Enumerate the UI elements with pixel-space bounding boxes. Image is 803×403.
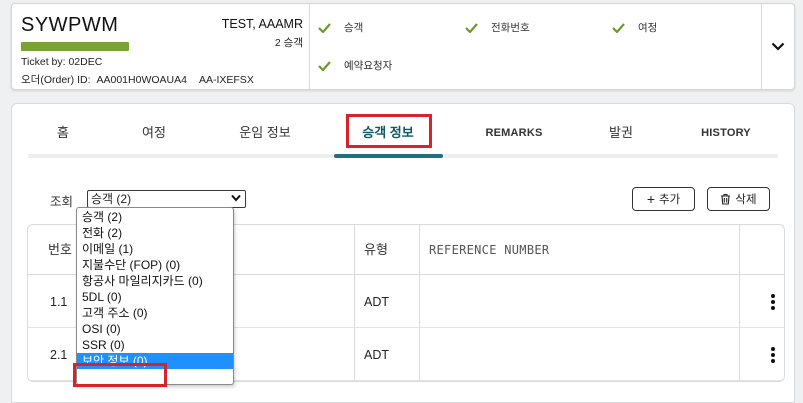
row-number: 1.1: [50, 295, 68, 309]
add-button-label: 추가: [659, 194, 681, 206]
tab-remarks[interactable]: REMARKS: [478, 118, 550, 148]
tab-active-indicator: [334, 154, 443, 158]
dropdown-option-phone[interactable]: 전화 (2): [77, 225, 233, 241]
check-icon: [318, 60, 331, 71]
check-label: 전화번호: [491, 22, 530, 34]
option-highlight-box: [73, 363, 167, 387]
dropdown-option-5dl[interactable]: 5DL (0): [77, 289, 233, 305]
more-options-icon[interactable]: [770, 294, 776, 310]
check-label: 여정: [638, 22, 658, 34]
order-ref-value: AA-IXEFSX: [198, 74, 254, 86]
check-requester: 예약요청자: [318, 58, 392, 73]
check-phone: 전화번호: [465, 20, 530, 35]
tab-history[interactable]: HISTORY: [694, 118, 758, 148]
lookup-select[interactable]: 승객 (2): [87, 190, 246, 208]
header-reference-number: REFERENCE NUMBER: [429, 243, 550, 257]
order-id: 오더(Order) ID: AA001H0WOAUA4 AA-IXEFSX: [21, 72, 254, 87]
lookup-selected-value: 승객 (2): [91, 192, 132, 206]
check-itinerary: 여정: [612, 20, 657, 35]
dropdown-option-address[interactable]: 고객 주소 (0): [77, 305, 233, 321]
check-passenger: 승객: [318, 20, 363, 35]
ticket-by: Ticket by: 02DEC: [21, 56, 103, 68]
plus-icon: +: [646, 191, 655, 207]
add-button[interactable]: + 추가: [632, 187, 695, 211]
tab-ticketing[interactable]: 발권: [606, 118, 636, 148]
collapse-button[interactable]: [761, 4, 794, 89]
dropdown-option-fop[interactable]: 지불수단 (FOP) (0): [77, 257, 233, 273]
tab-highlight-box: [346, 114, 432, 148]
header-number: 번호: [48, 242, 72, 257]
passenger-name: TEST, AAAMR: [221, 17, 303, 31]
tab-itinerary[interactable]: 여정: [136, 118, 172, 148]
dropdown-option-ssr[interactable]: SSR (0): [77, 337, 233, 353]
tab-home[interactable]: 홈: [50, 118, 76, 148]
status-bar: [21, 42, 129, 51]
dropdown-option-osi[interactable]: OSI (0): [77, 321, 233, 337]
booking-summary-card: SYWPWM Ticket by: 02DEC 오더(Order) ID: AA0…: [11, 3, 795, 90]
lookup-label: 조회: [50, 195, 74, 209]
order-id-value: AA001H0WOAUA4: [96, 74, 187, 86]
delete-button[interactable]: 삭제: [707, 187, 770, 211]
trash-icon: [721, 193, 731, 205]
chevron-down-icon: [231, 194, 241, 202]
order-id-label: 오더(Order) ID:: [21, 74, 91, 86]
dropdown-option-passenger[interactable]: 승객 (2): [77, 209, 233, 225]
check-label: 승객: [344, 22, 364, 34]
row-type: ADT: [364, 295, 389, 309]
header-type: 유형: [364, 242, 388, 257]
pnr-block: SYWPWM Ticket by: 02DEC 오더(Order) ID: AA0…: [12, 4, 309, 89]
check-icon: [612, 22, 625, 33]
tab-fare-info[interactable]: 운임 정보: [233, 118, 297, 148]
row-type: ADT: [364, 348, 389, 362]
check-icon: [465, 22, 478, 33]
chevron-down-icon: [771, 42, 785, 51]
check-label: 예약요청자: [344, 60, 393, 72]
delete-button-label: 삭제: [735, 194, 757, 206]
more-options-icon[interactable]: [770, 347, 776, 363]
divider: [309, 4, 310, 89]
row-number: 2.1: [50, 348, 68, 362]
check-icon: [318, 22, 331, 33]
passenger-count: 2 승객: [274, 37, 303, 49]
dropdown-option-email[interactable]: 이메일 (1): [77, 241, 233, 257]
pnr-code: SYWPWM: [21, 14, 119, 36]
lookup-dropdown-list: 승객 (2) 전화 (2) 이메일 (1) 지불수단 (FOP) (0) 항공사…: [76, 207, 234, 385]
dropdown-option-mileage-card[interactable]: 항공사 마일리지카드 (0): [77, 273, 233, 289]
